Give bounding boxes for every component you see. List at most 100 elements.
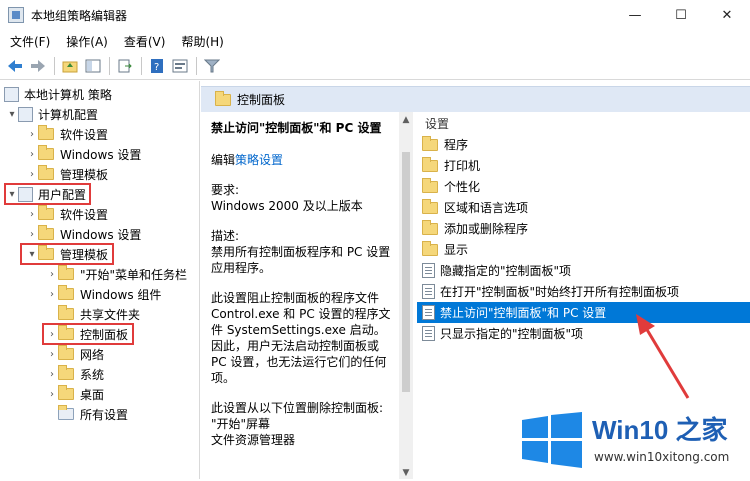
chevron-right-icon[interactable]: › (46, 329, 58, 340)
tree-label: 网络 (80, 347, 105, 362)
chevron-right-icon[interactable]: › (46, 369, 58, 380)
tree-label: Windows 组件 (80, 287, 162, 302)
tree-item[interactable]: › 管理模板 (0, 164, 199, 184)
tree-item[interactable]: › Windows 设置 (0, 224, 199, 244)
list-item[interactable]: 程序 (417, 134, 750, 155)
chevron-right-icon[interactable]: › (46, 389, 58, 400)
list-item[interactable]: 显示 (417, 239, 750, 260)
menu-view[interactable]: 查看(V) (118, 33, 172, 50)
annotation-box: ▾ 用户配置 (3, 183, 92, 205)
tree-item[interactable]: › 软件设置 (0, 124, 199, 144)
folder-icon (58, 325, 74, 340)
chevron-right-icon[interactable]: › (46, 289, 58, 300)
tree-label: 计算机配置 (38, 107, 99, 122)
tree-label: "开始"菜单和任务栏 (80, 267, 188, 282)
back-icon[interactable] (4, 55, 26, 77)
tree-item[interactable]: › 系统 (0, 364, 199, 384)
list-item[interactable]: 区域和语言选项 (417, 197, 750, 218)
item-label: 只显示指定的"控制面板"项 (440, 327, 584, 341)
chevron-right-icon[interactable]: › (26, 149, 38, 160)
up-folder-icon[interactable] (59, 55, 81, 77)
tree-item[interactable]: › "开始"菜单和任务栏 (0, 264, 199, 284)
folder-icon (58, 385, 74, 400)
policy-tree: 本地计算机 策略 ▾ 计算机配置 › 软件设置 › Windows 设置 › 管… (0, 81, 200, 479)
folder-icon (422, 198, 438, 214)
user-icon (18, 186, 33, 202)
folder-icon (422, 219, 438, 235)
scroll-down-icon[interactable]: ▼ (399, 465, 413, 479)
description-text: 禁用所有控制面板程序和 PC 设置应用程序。 (211, 245, 391, 275)
policy-item[interactable]: 隐藏指定的"控制面板"项 (417, 260, 750, 281)
tree-item[interactable]: › Windows 设置 (0, 144, 199, 164)
chevron-right-icon[interactable]: › (26, 169, 38, 180)
tree-item[interactable]: › 桌面 (0, 384, 199, 404)
menu-file[interactable]: 文件(F) (4, 33, 56, 50)
folder-icon (38, 125, 54, 140)
list-item[interactable]: 个性化 (417, 176, 750, 197)
help-icon[interactable]: ? (146, 55, 168, 77)
tree-item[interactable]: › 网络 (0, 344, 199, 364)
list-item[interactable]: 打印机 (417, 155, 750, 176)
export-list-icon[interactable] (114, 55, 136, 77)
description-scrollbar[interactable]: ▲ ▼ (399, 112, 413, 479)
folder-icon (422, 135, 438, 151)
folder-icon (422, 240, 438, 256)
tree-item[interactable]: 共享文件夹 (0, 304, 199, 324)
tree-admin-templates[interactable]: ▾ 管理模板 (0, 243, 199, 265)
tree-label: 管理模板 (60, 167, 109, 182)
description-label: 描述: (211, 229, 240, 243)
tree-label: Windows 设置 (60, 147, 142, 162)
filter-icon[interactable] (201, 55, 223, 77)
tree-label: 系统 (80, 367, 105, 382)
folder-icon (38, 145, 54, 160)
svg-text:?: ? (154, 62, 159, 73)
edit-policy-link[interactable]: 策略设置 (235, 153, 283, 167)
tree-computer-config[interactable]: ▾ 计算机配置 (0, 104, 199, 124)
tree-item[interactable]: 所有设置 (0, 404, 199, 424)
policy-icon (4, 86, 19, 102)
tree-label: 所有设置 (80, 407, 129, 422)
description-line: 文件资源管理器 (211, 433, 296, 447)
policy-item[interactable]: 在打开"控制面板"时始终打开所有控制面板项 (417, 281, 750, 302)
policy-item-selected[interactable]: 禁止访问"控制面板"和 PC 设置 (417, 302, 750, 323)
item-label: 添加或删除程序 (444, 222, 529, 236)
toolbar-separator (54, 56, 55, 75)
menu-help[interactable]: 帮助(H) (175, 33, 229, 50)
computer-icon (18, 106, 33, 122)
maximize-button[interactable]: ☐ (658, 0, 704, 30)
properties-icon[interactable] (169, 55, 191, 77)
scroll-up-icon[interactable]: ▲ (399, 112, 413, 126)
close-button[interactable]: ✕ (704, 0, 750, 30)
folder-icon (58, 285, 74, 300)
tree-control-panel[interactable]: › 控制面板 (0, 323, 199, 345)
chevron-right-icon[interactable]: › (26, 129, 38, 140)
folder-icon (38, 205, 54, 220)
minimize-button[interactable]: — (612, 0, 658, 30)
chevron-down-icon[interactable]: ▾ (6, 189, 18, 200)
show-hide-tree-icon[interactable] (82, 55, 104, 77)
tree-item[interactable]: › Windows 组件 (0, 284, 199, 304)
watermark-title: Win10 之家 (592, 415, 728, 445)
chevron-right-icon[interactable]: › (46, 269, 58, 280)
tree-label: 软件设置 (60, 207, 109, 222)
scroll-thumb[interactable] (402, 152, 410, 392)
policy-item[interactable]: 只显示指定的"控制面板"项 (417, 323, 750, 344)
tree-item[interactable]: › 软件设置 (0, 204, 199, 224)
tree-user-config[interactable]: ▾ 用户配置 (0, 183, 199, 205)
description-pane: 禁止访问"控制面板"和 PC 设置 编辑策略设置 要求: Windows 200… (201, 112, 417, 479)
folder-icon (58, 365, 74, 380)
requirements-label: 要求: (211, 183, 240, 197)
settings-column-header[interactable]: 设置 (417, 112, 750, 134)
tree-root[interactable]: 本地计算机 策略 (0, 84, 199, 104)
chevron-down-icon[interactable]: ▾ (6, 109, 18, 120)
description-line: "开始"屏幕 (211, 417, 271, 431)
chevron-down-icon[interactable]: ▾ (26, 249, 38, 260)
chevron-right-icon[interactable]: › (46, 349, 58, 360)
list-item[interactable]: 添加或删除程序 (417, 218, 750, 239)
menu-action[interactable]: 操作(A) (60, 33, 114, 50)
chevron-right-icon[interactable]: › (26, 229, 38, 240)
chevron-right-icon[interactable]: › (26, 209, 38, 220)
forward-icon[interactable] (27, 55, 49, 77)
policy-setting-icon (422, 263, 435, 278)
item-label: 在打开"控制面板"时始终打开所有控制面板项 (440, 285, 680, 299)
